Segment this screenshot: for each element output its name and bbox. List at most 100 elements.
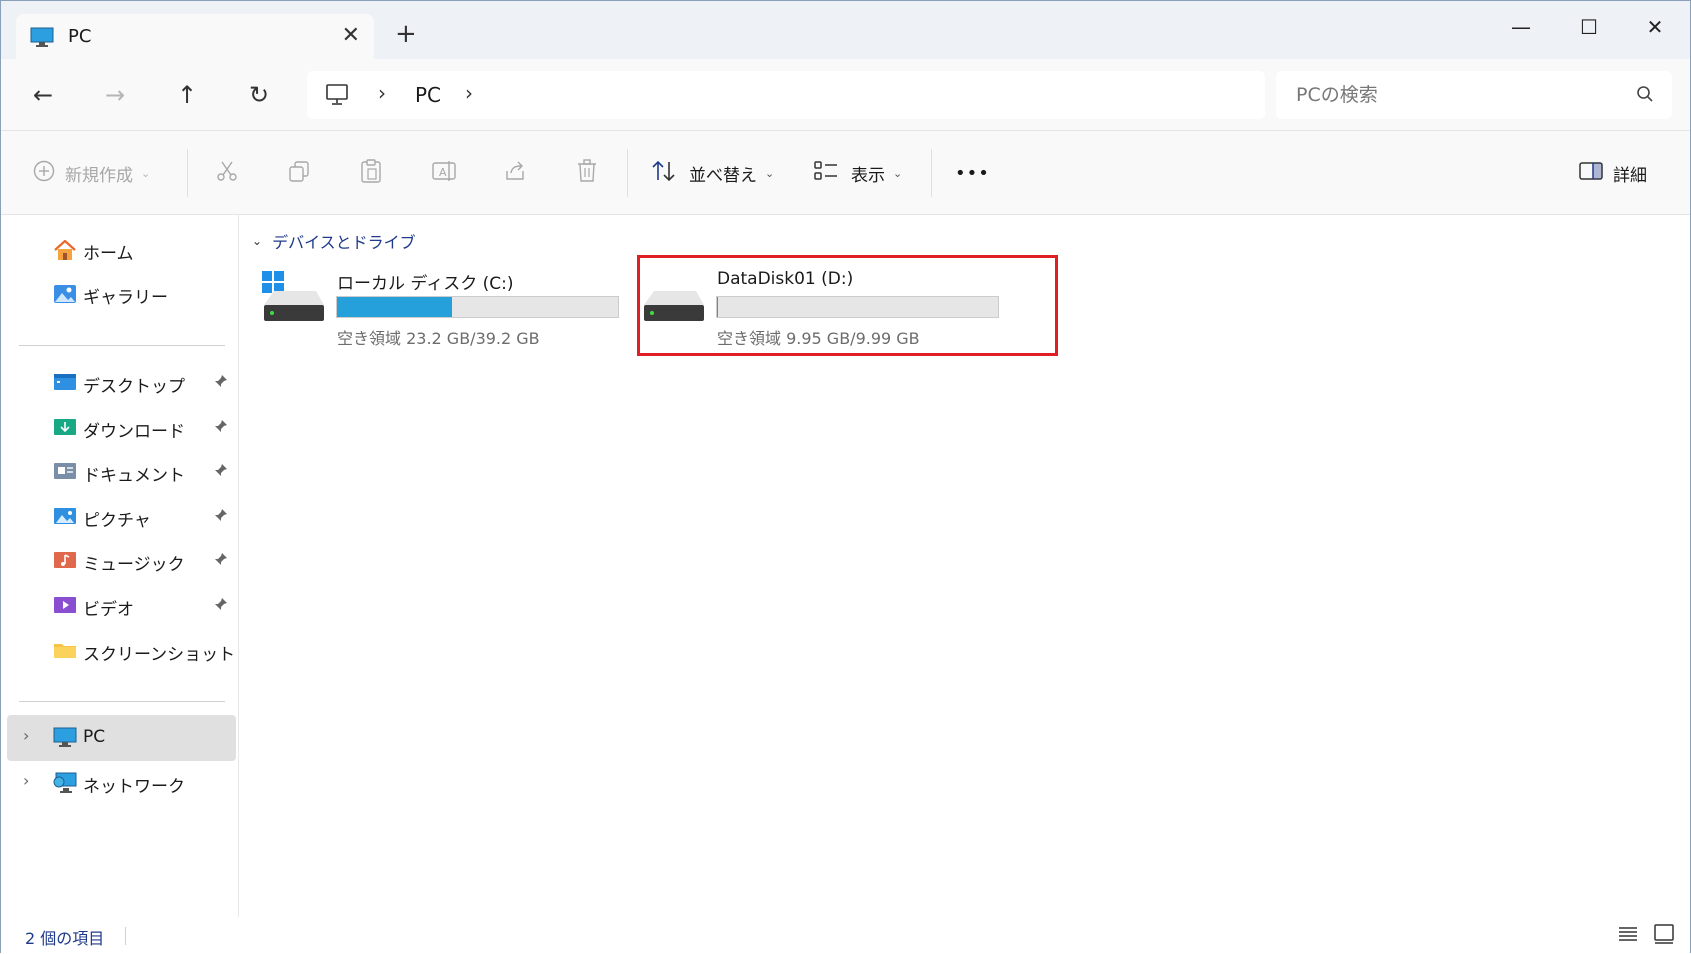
sidebar-item-documents[interactable]: ドキュメント — [7, 449, 236, 495]
search-icon[interactable] — [1636, 85, 1654, 107]
plus-circle-icon — [33, 160, 55, 187]
details-pane-icon — [1579, 161, 1603, 186]
music-folder-icon — [53, 550, 77, 575]
sidebar-item-label: PC — [83, 727, 106, 747]
pc-icon — [53, 727, 77, 752]
tiles-view-button[interactable] — [1653, 923, 1679, 949]
file-list-area: ⌄ デバイスとドライブ ローカル ディスク (C:) 空き領域 23.2 GB/… — [240, 215, 1690, 917]
breadcrumb-pc[interactable]: PC — [415, 83, 441, 107]
up-button[interactable]: ↑ — [163, 73, 211, 117]
pin-icon[interactable] — [214, 374, 228, 392]
drive-d[interactable]: DataDisk01 (D:) 空き領域 9.95 GB/9.99 GB — [630, 255, 1010, 355]
sidebar-item-screenshots[interactable]: スクリーンショット — [7, 628, 236, 674]
refresh-button[interactable]: ↻ — [235, 73, 283, 117]
tab-title: PC — [68, 26, 92, 47]
pin-icon[interactable] — [214, 419, 228, 437]
drive-usage-bar — [336, 296, 619, 318]
svg-text:A: A — [439, 166, 447, 179]
tab-close-button[interactable]: ✕ — [342, 23, 360, 48]
search-input[interactable] — [1296, 81, 1616, 109]
sidebar-item-videos[interactable]: ビデオ — [7, 583, 236, 629]
pin-icon[interactable] — [214, 552, 228, 570]
share-button[interactable] — [503, 153, 527, 193]
sidebar-item-desktop[interactable]: デスクトップ — [7, 360, 236, 406]
copy-icon — [287, 159, 311, 188]
expand-chevron-icon[interactable]: › — [23, 771, 29, 790]
view-button[interactable]: 表示 ⌄ — [813, 153, 902, 193]
breadcrumb-separator[interactable]: › — [378, 81, 386, 105]
sidebar-item-label: ネットワーク — [83, 777, 185, 797]
sort-icon — [651, 159, 677, 188]
network-icon — [53, 772, 77, 799]
clipboard-icon — [359, 158, 383, 189]
breadcrumb-separator[interactable]: › — [465, 81, 473, 105]
documents-folder-icon — [53, 461, 77, 486]
divider — [627, 149, 628, 197]
pictures-folder-icon — [53, 506, 77, 531]
new-tab-button[interactable]: + — [395, 21, 417, 47]
system-drive-icon — [260, 269, 326, 329]
drive-usage-bar — [716, 296, 999, 318]
drive-usage-fill — [717, 297, 719, 317]
rename-button[interactable]: A — [431, 153, 457, 193]
pin-icon[interactable] — [214, 597, 228, 615]
sidebar-item-label: ダウンロード — [83, 422, 185, 442]
sidebar-item-gallery[interactable]: ギャラリー — [7, 271, 236, 317]
sidebar-item-label: ドキュメント — [83, 466, 185, 486]
details-view-button[interactable] — [1617, 923, 1643, 949]
copy-button[interactable] — [287, 153, 311, 193]
divider — [19, 701, 225, 702]
details-pane-button[interactable]: 詳細 — [1579, 153, 1647, 193]
gallery-icon — [53, 283, 77, 310]
divider — [187, 149, 188, 197]
maximize-button[interactable]: ☐ — [1555, 9, 1623, 45]
sidebar-item-label: ビデオ — [83, 600, 134, 620]
sidebar-item-label: ホーム — [83, 244, 134, 264]
divider — [125, 927, 126, 945]
sidebar-item-pictures[interactable]: ピクチャ — [7, 494, 236, 540]
search-box[interactable] — [1276, 71, 1672, 119]
minimize-button[interactable]: — — [1487, 9, 1555, 45]
cut-button[interactable] — [215, 153, 239, 193]
forward-button[interactable]: → — [91, 73, 139, 117]
pin-icon[interactable] — [214, 508, 228, 526]
paste-button[interactable] — [359, 153, 383, 193]
back-button[interactable]: ← — [19, 73, 67, 117]
drive-icon — [640, 269, 706, 329]
pin-icon[interactable] — [214, 463, 228, 481]
desktop-folder-icon — [53, 372, 77, 397]
sidebar-item-downloads[interactable]: ダウンロード — [7, 405, 236, 451]
tab-pc[interactable]: PC ✕ — [16, 14, 374, 60]
close-button[interactable]: ✕ — [1621, 9, 1689, 45]
sidebar-item-music[interactable]: ミュージック — [7, 538, 236, 584]
expand-chevron-icon[interactable]: › — [23, 726, 29, 745]
sidebar-item-label: デスクトップ — [83, 377, 185, 397]
downloads-folder-icon — [53, 417, 77, 442]
sidebar-item-label: ミュージック — [83, 555, 185, 575]
drive-name: ローカル ディスク (C:) — [337, 274, 514, 294]
tiles-view-icon — [1654, 924, 1674, 944]
sidebar-item-label: ピクチャ — [83, 511, 151, 531]
drive-usage-fill — [337, 297, 453, 317]
share-icon — [503, 159, 527, 188]
group-header-devices[interactable]: ⌄ デバイスとドライブ — [252, 229, 416, 253]
chevron-down-icon: ⌄ — [141, 166, 151, 180]
drive-name: DataDisk01 (D:) — [717, 269, 854, 289]
address-bar[interactable]: › PC › — [307, 71, 1265, 119]
sort-button[interactable]: 並べ替え ⌄ — [651, 153, 774, 193]
home-icon — [53, 239, 77, 266]
scissors-icon — [215, 159, 239, 188]
sidebar-item-home[interactable]: ホーム — [7, 227, 236, 273]
sidebar-item-pc[interactable]: › PC — [7, 715, 236, 761]
sidebar-item-network[interactable]: › ネットワーク — [7, 760, 236, 806]
more-options-button[interactable]: ••• — [955, 153, 990, 193]
delete-button[interactable] — [575, 153, 599, 193]
status-bar: 2 個の項目 — [1, 917, 1690, 954]
drive-free-space: 空き領域 23.2 GB/39.2 GB — [337, 329, 540, 348]
item-count: 2 個の項目 — [25, 929, 105, 948]
drive-free-space: 空き領域 9.95 GB/9.99 GB — [717, 329, 920, 348]
group-title: デバイスとドライブ — [272, 233, 416, 252]
divider — [931, 149, 932, 197]
drive-c[interactable]: ローカル ディスク (C:) 空き領域 23.2 GB/39.2 GB — [250, 255, 630, 355]
new-button[interactable]: 新規作成 ⌄ — [33, 153, 150, 193]
